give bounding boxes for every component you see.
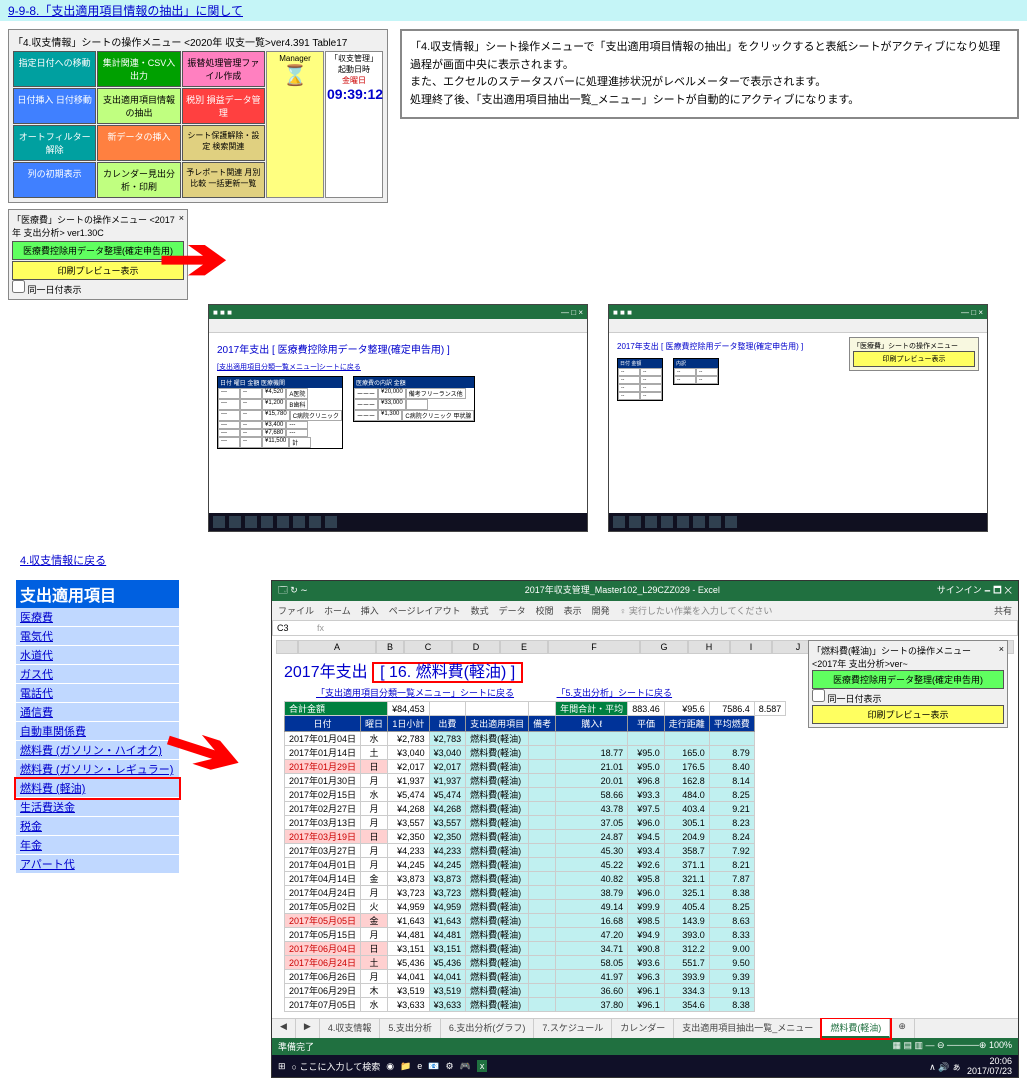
close-icon[interactable]: × [999, 644, 1004, 670]
sheet-tab[interactable]: 5.支出分析 [380, 1019, 441, 1038]
excel-title: 2017年収支管理_Master102_L29CZZ029 - Excel [525, 583, 720, 599]
thumbnail-2: ■ ■ ■— □ × 「医療費」シートの操作メニュー 印刷プレビュー表示 201… [608, 304, 988, 532]
item-row[interactable]: アパート代 [16, 855, 179, 874]
item-row[interactable]: 通信費 [16, 703, 179, 722]
description-box: 「4.収支情報」シート操作メニューで「支出適用項目情報の抽出」をクリックすると表… [400, 29, 1019, 119]
btn-col-init[interactable]: 列の初期表示 [13, 162, 96, 198]
btn-goto-date[interactable]: 指定日付への移動 [13, 51, 96, 87]
excel-window: 🗔 ↻ ∼ 2017年収支管理_Master102_L29CZZ029 - Ex… [271, 580, 1019, 1078]
expense-item-list: 支出適用項目 医療費電気代水道代ガス代電話代通信費自動車関係費燃料費 (ガソリン… [16, 580, 179, 874]
sheet-tab[interactable]: 支出適用項目抽出一覧_メニュー [674, 1019, 822, 1038]
table-row[interactable]: 2017年05月15日月¥4,481¥4,481燃料費(軽油)47.20¥94.… [285, 928, 786, 942]
table-row[interactable]: 2017年01月29日日¥2,017¥2,017燃料費(軽油)21.01¥95.… [285, 760, 786, 774]
sheet-tab[interactable]: 4.収支情報 [320, 1019, 381, 1038]
page-header: 9-9-8.「支出適用項目情報の抽出」に関して [0, 0, 1027, 21]
table-row[interactable]: 2017年06月26日月¥4,041¥4,041燃料費(軽油)41.97¥96.… [285, 970, 786, 984]
item-row[interactable]: 年金 [16, 836, 179, 855]
table-row[interactable]: 2017年04月14日金¥3,873¥3,873燃料費(軽油)40.82¥95.… [285, 872, 786, 886]
floating-submenu: 「燃料費(軽油)」シートの操作メニュー <2017年 支出分析>ver~× 医療… [808, 640, 1008, 728]
item-row[interactable]: 自動車関係費 [16, 722, 179, 741]
start-icon: ⊞ [278, 1061, 286, 1072]
table-row[interactable]: 2017年07月05日水¥3,633¥3,633燃料費(軽油)37.80¥96.… [285, 998, 786, 1012]
table-row[interactable]: 2017年03月19日日¥2,350¥2,350燃料費(軽油)24.87¥94.… [285, 830, 786, 844]
table-row[interactable]: 2017年06月29日木¥3,519¥3,519燃料費(軽油)36.60¥96.… [285, 984, 786, 998]
table-row[interactable]: 2017年06月04日日¥3,151¥3,151燃料費(軽油)34.71¥90.… [285, 942, 786, 956]
item-list-header: 支出適用項目 [16, 580, 179, 608]
item-row[interactable]: ガス代 [16, 665, 179, 684]
item-row[interactable]: 水道代 [16, 646, 179, 665]
link-analysis-sheet[interactable]: 「5.支出分析」シートに戻る [557, 688, 673, 698]
btn-extract-item[interactable]: 支出適用項目情報の抽出 [97, 88, 180, 124]
menu-title: 「4.収支情報」シートの操作メニュー <2020年 収支一覧>ver4.391 … [13, 34, 383, 49]
data-table: 合計金額¥84,453年間合計・平均883.46¥95.67586.48.587… [284, 701, 786, 1012]
sheet-tab[interactable]: 7.スケジュール [534, 1019, 612, 1038]
btn-calendar[interactable]: カレンダー見出分析・印刷 [97, 162, 180, 198]
table-row[interactable]: 2017年03月27日月¥4,233¥4,233燃料費(軽油)45.30¥93.… [285, 844, 786, 858]
table-row[interactable]: 2017年03月13日月¥3,557¥3,557燃料費(軽油)37.05¥96.… [285, 816, 786, 830]
btn-aggregate-csv[interactable]: 集計関連・CSV入出力 [97, 51, 180, 87]
table-row[interactable]: 2017年05月02日火¥4,959¥4,959燃料費(軽油)49.14¥99.… [285, 900, 786, 914]
table-row[interactable]: 2017年01月30日月¥1,937¥1,937燃料費(軽油)20.01¥96.… [285, 774, 786, 788]
chk-same-date[interactable]: 同一日付表示 [12, 285, 82, 295]
item-row[interactable]: 燃料費 (ガソリン・レギュラー) [16, 760, 179, 779]
table-row[interactable]: 2017年02月15日水¥5,474¥5,474燃料費(軽油)58.66¥93.… [285, 788, 786, 802]
btn-filter-off[interactable]: オートフィルター解除 [13, 125, 96, 161]
table-row[interactable]: 2017年04月01日月¥4,245¥4,245燃料費(軽油)45.22¥92.… [285, 858, 786, 872]
operation-menu-panel: 「4.収支情報」シートの操作メニュー <2020年 収支一覧>ver4.391 … [8, 29, 388, 203]
windows-taskbar[interactable]: ⊞ ○ ここに入力して検索 ◉📁e📧⚙🎮x ∧ 🔊 ぁ 20:062017/07… [272, 1055, 1018, 1077]
float-btn2[interactable]: 印刷プレビュー表示 [812, 705, 1004, 724]
item-row[interactable]: 電話代 [16, 684, 179, 703]
table-row[interactable]: 2017年02月27日月¥4,268¥4,268燃料費(軽油)43.78¥97.… [285, 802, 786, 816]
link-menu-sheet[interactable]: 「支出適用項目分類一覧メニュー」シートに戻る [316, 688, 514, 698]
table-row[interactable]: 2017年05月05日金¥1,643¥1,643燃料費(軽油)16.68¥98.… [285, 914, 786, 928]
btn-new-data[interactable]: 新データの挿入 [97, 125, 180, 161]
table-row[interactable]: 2017年06月24日土¥5,436¥5,436燃料費(軽油)58.05¥93.… [285, 956, 786, 970]
item-row[interactable]: 税金 [16, 817, 179, 836]
btn-sheet-protect[interactable]: シート保護解除・設定 検索関連 [182, 125, 265, 161]
item-row[interactable]: 電気代 [16, 627, 179, 646]
btn-date-insert[interactable]: 日付挿入 日付移動 [13, 88, 96, 124]
sheet-tab[interactable]: 燃料費(軽油) [822, 1019, 890, 1038]
item-row[interactable]: 医療費 [16, 608, 179, 627]
sheet-tab[interactable]: 6.支出分析(グラフ) [441, 1019, 535, 1038]
sheet-tab[interactable]: カレンダー [612, 1019, 674, 1038]
table-row[interactable]: 2017年01月04日水¥2,783¥2,783燃料費(軽油) [285, 732, 786, 746]
clock-box: 「収支管理」起動日時 金曜日 09:39:12 [325, 51, 383, 198]
manager-badge: Manager ⌛ [266, 51, 324, 198]
btn-report[interactable]: 予レポート関連 月別比較 一括更新一覧 [182, 162, 265, 198]
thumbnail-1: ■ ■ ■— □ × 2017年支出 [ 医療費控除用データ整理(確定申告用) … [208, 304, 588, 532]
table-row[interactable]: 2017年01月14日土¥3,040¥3,040燃料費(軽油)18.77¥95.… [285, 746, 786, 760]
item-row[interactable]: 燃料費 (軽油) [16, 779, 179, 798]
header-link[interactable]: 9-9-8.「支出適用項目情報の抽出」に関して [8, 4, 243, 18]
item-row[interactable]: 燃料費 (ガソリン・ハイオク) [16, 741, 179, 760]
btn-transfer-file[interactable]: 振替処理管理ファイル作成 [182, 51, 265, 87]
item-row[interactable]: 生活費送金 [16, 798, 179, 817]
table-row[interactable]: 2017年04月24日月¥3,723¥3,723燃料費(軽油)38.79¥96.… [285, 886, 786, 900]
link-back[interactable]: 4.収支情報に戻る [20, 555, 106, 567]
btn-tax-data[interactable]: 税別 損益データ管理 [182, 88, 265, 124]
